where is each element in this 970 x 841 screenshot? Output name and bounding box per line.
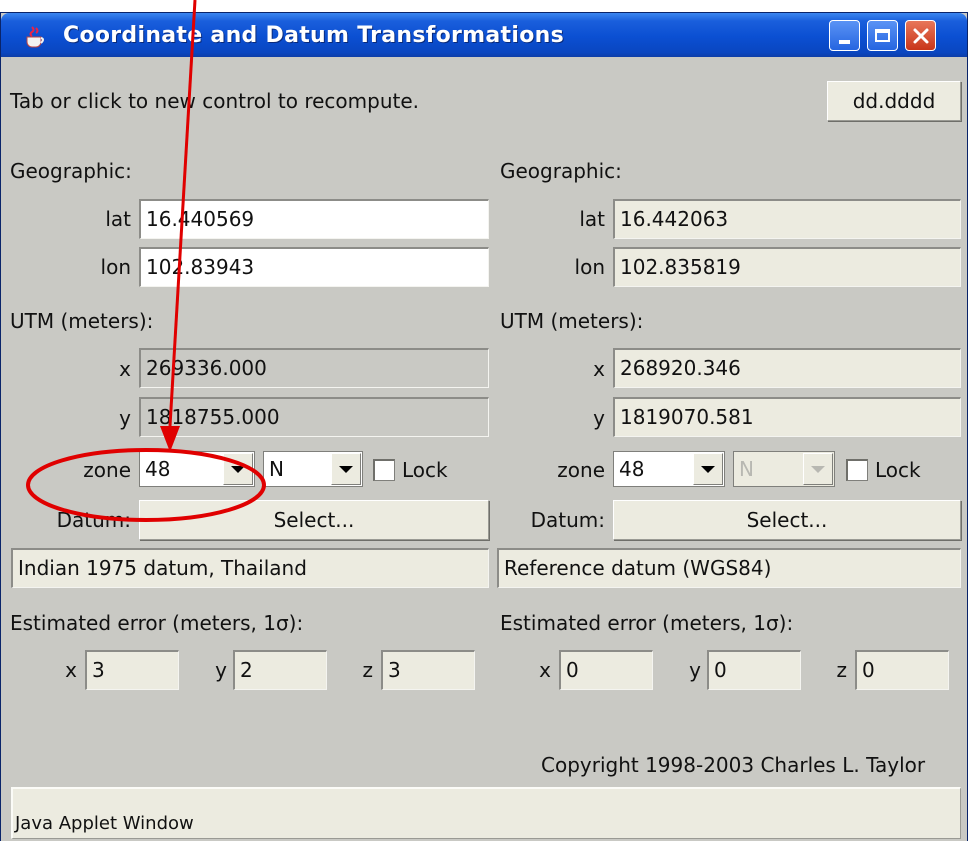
right-err-z-label: z xyxy=(836,658,848,682)
right-err-x-label: x xyxy=(539,658,551,682)
java-cup-icon xyxy=(26,26,44,48)
app-window: Coordinate and Datum Transformations Tab… xyxy=(0,12,968,841)
copyright-text: Copyright 1998-2003 Charles L. Taylor xyxy=(541,753,926,777)
left-hemisphere-dropdown-button[interactable] xyxy=(331,453,361,485)
right-lat-field[interactable]: 16.442063 xyxy=(613,199,961,239)
window-title: Coordinate and Datum Transformations xyxy=(63,23,564,48)
left-lock-label: Lock xyxy=(402,458,448,482)
right-lon-field[interactable]: 102.835819 xyxy=(613,247,961,287)
left-hemisphere-select[interactable]: N xyxy=(263,451,363,487)
right-hemisphere-value: N xyxy=(739,457,754,481)
chevron-down-icon xyxy=(231,465,245,473)
left-utm-x-field[interactable]: 269336.000 xyxy=(139,348,489,388)
maximize-icon xyxy=(875,29,890,42)
left-zone-value: 48 xyxy=(145,457,171,481)
right-utm-y-field[interactable]: 1819070.581 xyxy=(613,397,961,437)
left-geographic-label: Geographic: xyxy=(10,159,132,183)
applet-status-bar: Java Applet Window xyxy=(11,787,961,839)
chevron-down-icon xyxy=(701,465,715,473)
left-utm-y-field[interactable]: 1818755.000 xyxy=(139,397,489,437)
recompute-hint: Tab or click to new control to recompute… xyxy=(10,89,420,113)
right-datum-name: Reference datum (WGS84) xyxy=(497,548,961,588)
left-err-y-field[interactable]: 2 xyxy=(233,650,327,690)
right-zone-label: zone xyxy=(557,458,605,482)
right-error-label: Estimated error (meters, 1σ): xyxy=(500,611,794,635)
minimize-button[interactable] xyxy=(829,20,860,51)
left-err-x-label: x xyxy=(65,658,77,682)
right-err-y-label: y xyxy=(689,658,701,682)
left-lat-input[interactable]: 16.440569 xyxy=(139,199,489,239)
left-err-x-field[interactable]: 3 xyxy=(85,650,179,690)
left-err-y-label: y xyxy=(215,658,227,682)
left-zone-dropdown-button[interactable] xyxy=(223,453,253,485)
right-lat-label: lat xyxy=(579,207,605,231)
right-utm-label: UTM (meters): xyxy=(500,309,644,333)
left-zone-select[interactable]: 48 xyxy=(139,451,255,487)
left-datum-label: Datum: xyxy=(56,508,131,532)
title-bar[interactable]: Coordinate and Datum Transformations xyxy=(1,13,967,57)
right-lock-label: Lock xyxy=(875,458,921,482)
left-x-label: x xyxy=(119,357,131,381)
chevron-down-icon xyxy=(811,465,825,473)
format-toggle-button[interactable]: dd.dddd xyxy=(827,81,961,121)
right-hemisphere-select: N xyxy=(733,451,835,487)
right-err-z-field[interactable]: 0 xyxy=(855,650,949,690)
right-y-label: y xyxy=(593,406,605,430)
maximize-button[interactable] xyxy=(867,20,898,51)
right-hemisphere-dropdown-button xyxy=(803,453,833,485)
right-err-x-field[interactable]: 0 xyxy=(559,650,653,690)
right-err-y-field[interactable]: 0 xyxy=(707,650,801,690)
left-err-z-label: z xyxy=(362,658,374,682)
left-utm-label: UTM (meters): xyxy=(10,309,154,333)
right-select-datum-button[interactable]: Select... xyxy=(613,500,961,540)
right-lon-label: lon xyxy=(574,255,605,279)
right-zone-select[interactable]: 48 xyxy=(613,451,725,487)
minimize-icon xyxy=(839,39,850,44)
chevron-down-icon xyxy=(339,465,353,473)
left-err-z-field[interactable]: 3 xyxy=(381,650,475,690)
left-select-datum-button[interactable]: Select... xyxy=(139,500,489,540)
left-error-label: Estimated error (meters, 1σ): xyxy=(10,611,304,635)
right-zone-dropdown-button[interactable] xyxy=(693,453,723,485)
close-button[interactable] xyxy=(905,20,936,51)
right-lock-checkbox[interactable] xyxy=(846,459,868,481)
right-datum-label: Datum: xyxy=(530,508,605,532)
left-hemisphere-value: N xyxy=(269,457,284,481)
right-zone-value: 48 xyxy=(619,457,645,481)
left-lon-input[interactable]: 102.83943 xyxy=(139,247,489,287)
left-zone-label: zone xyxy=(83,458,131,482)
left-datum-name: Indian 1975 datum, Thailand xyxy=(11,548,489,588)
right-x-label: x xyxy=(593,357,605,381)
left-lock-checkbox[interactable] xyxy=(373,459,395,481)
left-lat-label: lat xyxy=(105,207,131,231)
right-utm-x-field[interactable]: 268920.346 xyxy=(613,348,961,388)
close-icon xyxy=(913,28,928,43)
right-geographic-label: Geographic: xyxy=(500,159,622,183)
left-y-label: y xyxy=(119,406,131,430)
left-lon-label: lon xyxy=(100,255,131,279)
